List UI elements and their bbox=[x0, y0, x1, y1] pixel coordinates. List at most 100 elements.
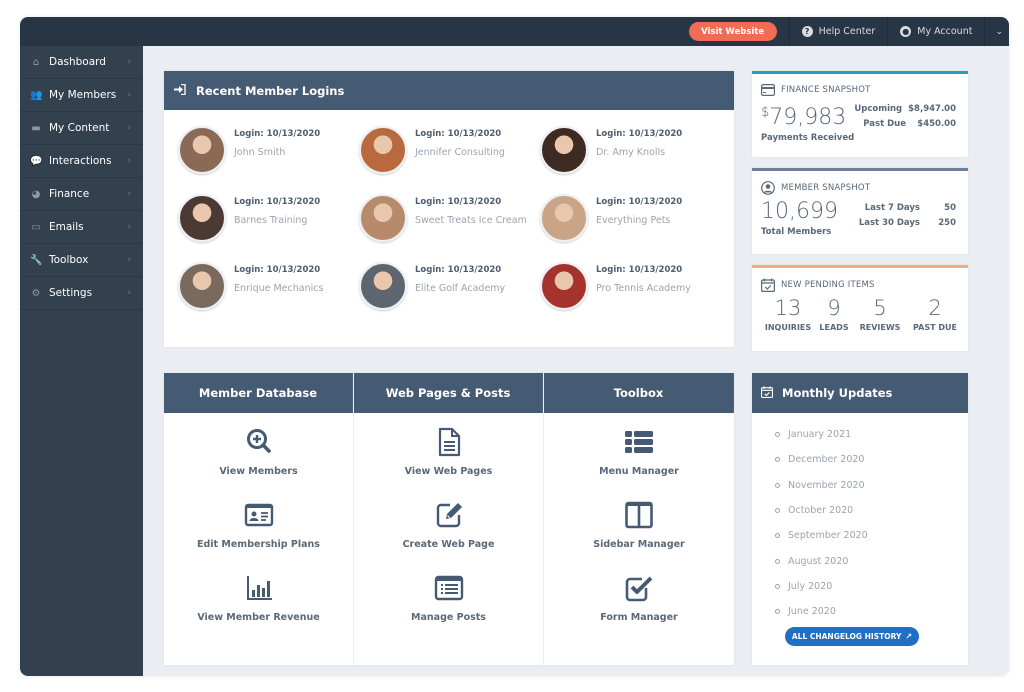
avatar[interactable] bbox=[359, 194, 407, 242]
pending-label: LEADS bbox=[819, 323, 849, 332]
chevron-right-icon: › bbox=[127, 123, 131, 133]
view-member-revenue-link[interactable]: View Member Revenue bbox=[164, 559, 353, 632]
edit-icon bbox=[434, 500, 464, 534]
chevron-down-icon[interactable]: ⌄ bbox=[984, 17, 1009, 46]
avatar[interactable] bbox=[178, 194, 226, 242]
view-members-link[interactable]: View Members bbox=[164, 413, 353, 486]
check-square-icon bbox=[624, 573, 654, 607]
member-name[interactable]: Pro Tennis Academy bbox=[596, 283, 691, 294]
sidebar: ⌂ Dashboard › 👥 My Members › ▬ My Content … bbox=[20, 46, 143, 676]
past-due-row: Past Due $450.00 bbox=[863, 119, 956, 129]
tool-link-label: Form Manager bbox=[600, 612, 678, 623]
sidebar-item-settings[interactable]: ⚙ Settings › bbox=[20, 277, 143, 310]
chevron-right-icon: › bbox=[127, 57, 131, 67]
sidebar-item-toolbox[interactable]: 🔧 Toolbox › bbox=[20, 244, 143, 277]
tool-link-label: Menu Manager bbox=[599, 466, 679, 477]
comments-icon: 💬 bbox=[30, 155, 43, 167]
last-30-days-row: Last 30 Days 250 bbox=[858, 218, 956, 228]
create-web-page-link[interactable]: Create Web Page bbox=[354, 486, 543, 559]
member-snapshot-title: MEMBER SNAPSHOT bbox=[781, 183, 871, 193]
tool-link-label: View Member Revenue bbox=[197, 612, 320, 623]
manage-posts-link[interactable]: Manage Posts bbox=[354, 559, 543, 632]
payments-received-label: Payments Received bbox=[761, 133, 855, 143]
monthly-update-item[interactable]: December 2020 bbox=[775, 447, 968, 472]
update-month-label: June 2020 bbox=[788, 606, 836, 618]
member-name[interactable]: John Smith bbox=[234, 147, 320, 158]
monthly-update-item[interactable]: November 2020 bbox=[775, 473, 968, 498]
avatar[interactable] bbox=[359, 126, 407, 174]
pending-inquiries[interactable]: 13 INQUIRIES bbox=[762, 296, 814, 332]
update-month-label: November 2020 bbox=[788, 479, 865, 491]
member-name[interactable]: Enrique Mechanics bbox=[234, 283, 323, 294]
member-name[interactable]: Barnes Training bbox=[234, 215, 320, 226]
sidebar-item-my-members[interactable]: 👥 My Members › bbox=[20, 79, 143, 112]
avatar[interactable] bbox=[178, 126, 226, 174]
member-name[interactable]: Elite Golf Academy bbox=[415, 283, 505, 294]
quick-tools-card: Member Database View Members Edit Member… bbox=[164, 373, 734, 665]
avatar[interactable] bbox=[540, 262, 588, 310]
file-text-icon bbox=[434, 427, 464, 461]
help-center-label: Help Center bbox=[818, 26, 876, 37]
login-item[interactable]: Login: 10/13/2020 Sweet Treats Ice Cream bbox=[359, 194, 540, 242]
avatar[interactable] bbox=[540, 126, 588, 174]
login-item[interactable]: Login: 10/13/2020 Dr. Amy Knolls bbox=[540, 126, 721, 174]
monthly-update-item[interactable]: January 2021 bbox=[775, 422, 968, 447]
sidebar-item-finance[interactable]: ◕ Finance › bbox=[20, 178, 143, 211]
pending-leads[interactable]: 9 LEADS bbox=[814, 296, 854, 332]
monthly-update-item[interactable]: October 2020 bbox=[775, 498, 968, 523]
login-date: Login: 10/13/2020 bbox=[415, 129, 502, 139]
list-icon bbox=[624, 427, 654, 461]
login-item[interactable]: Login: 10/13/2020 Pro Tennis Academy bbox=[540, 262, 721, 310]
tool-column-member-database: Member Database View Members Edit Member… bbox=[164, 373, 354, 665]
login-item[interactable]: Login: 10/13/2020 Barnes Training bbox=[178, 194, 359, 242]
visit-website-button[interactable]: Visit Website bbox=[688, 22, 777, 41]
monthly-update-item[interactable]: July 2020 bbox=[775, 574, 968, 599]
list-alt-icon bbox=[434, 573, 464, 607]
my-account-link[interactable]: ● My Account bbox=[887, 17, 984, 46]
monthly-update-item[interactable]: September 2020 bbox=[775, 523, 968, 548]
sidebar-item-interactions[interactable]: 💬 Interactions › bbox=[20, 145, 143, 178]
edit-membership-plans-link[interactable]: Edit Membership Plans bbox=[164, 486, 353, 559]
monthly-update-item[interactable]: June 2020 bbox=[775, 599, 968, 624]
sidebar-item-dashboard[interactable]: ⌂ Dashboard › bbox=[20, 46, 143, 79]
avatar[interactable] bbox=[178, 262, 226, 310]
chevron-right-icon: › bbox=[127, 156, 131, 166]
finance-snapshot-title: FINANCE SNAPSHOT bbox=[781, 85, 871, 95]
sidebar-item-my-content[interactable]: ▬ My Content › bbox=[20, 112, 143, 145]
login-date: Login: 10/13/2020 bbox=[234, 265, 321, 275]
sidebar-item-label: Settings bbox=[49, 287, 93, 299]
login-item[interactable]: Login: 10/13/2020 Enrique Mechanics bbox=[178, 262, 359, 310]
login-item[interactable]: Login: 10/13/2020 John Smith bbox=[178, 126, 359, 174]
pending-reviews[interactable]: 5 REVIEWS bbox=[854, 296, 906, 332]
login-item[interactable]: Login: 10/13/2020 Everything Pets bbox=[540, 194, 721, 242]
help-center-link[interactable]: ? Help Center bbox=[788, 17, 888, 46]
gear-icon: ⚙ bbox=[31, 287, 41, 299]
member-name[interactable]: Dr. Amy Knolls bbox=[596, 147, 682, 158]
sidebar-item-emails[interactable]: ▭ Emails › bbox=[20, 211, 143, 244]
pending-past-due[interactable]: 2 PAST DUE bbox=[906, 296, 964, 332]
upcoming-row: Upcoming $8,947.00 bbox=[854, 104, 956, 114]
sidebar-manager-link[interactable]: Sidebar Manager bbox=[544, 486, 734, 559]
bullet-icon bbox=[775, 508, 780, 514]
external-link-icon: ↗ bbox=[905, 632, 913, 642]
update-month-label: September 2020 bbox=[788, 530, 868, 542]
last-7-days-row: Last 7 Days 50 bbox=[864, 203, 956, 213]
member-name[interactable]: Everything Pets bbox=[596, 215, 682, 226]
all-changelog-history-button[interactable]: ALL CHANGELOG HISTORY ↗ bbox=[785, 627, 919, 647]
inbox-icon: ▭ bbox=[31, 221, 41, 233]
tool-column-toolbox: Toolbox Menu Manager Sidebar Manager For… bbox=[544, 373, 734, 665]
update-month-label: October 2020 bbox=[788, 505, 854, 517]
view-web-pages-link[interactable]: View Web Pages bbox=[354, 413, 543, 486]
avatar[interactable] bbox=[540, 194, 588, 242]
chevron-right-icon: › bbox=[127, 288, 131, 298]
menu-manager-link[interactable]: Menu Manager bbox=[544, 413, 734, 486]
chevron-right-icon: › bbox=[127, 222, 131, 232]
sidebar-item-label: My Members bbox=[49, 89, 117, 101]
login-item[interactable]: Login: 10/13/2020 Elite Golf Academy bbox=[359, 262, 540, 310]
avatar[interactable] bbox=[359, 262, 407, 310]
member-name[interactable]: Sweet Treats Ice Cream bbox=[415, 215, 527, 226]
member-name[interactable]: Jennifer Consulting bbox=[415, 147, 505, 158]
form-manager-link[interactable]: Form Manager bbox=[544, 559, 734, 632]
monthly-update-item[interactable]: August 2020 bbox=[775, 548, 968, 573]
login-item[interactable]: Login: 10/13/2020 Jennifer Consulting bbox=[359, 126, 540, 174]
